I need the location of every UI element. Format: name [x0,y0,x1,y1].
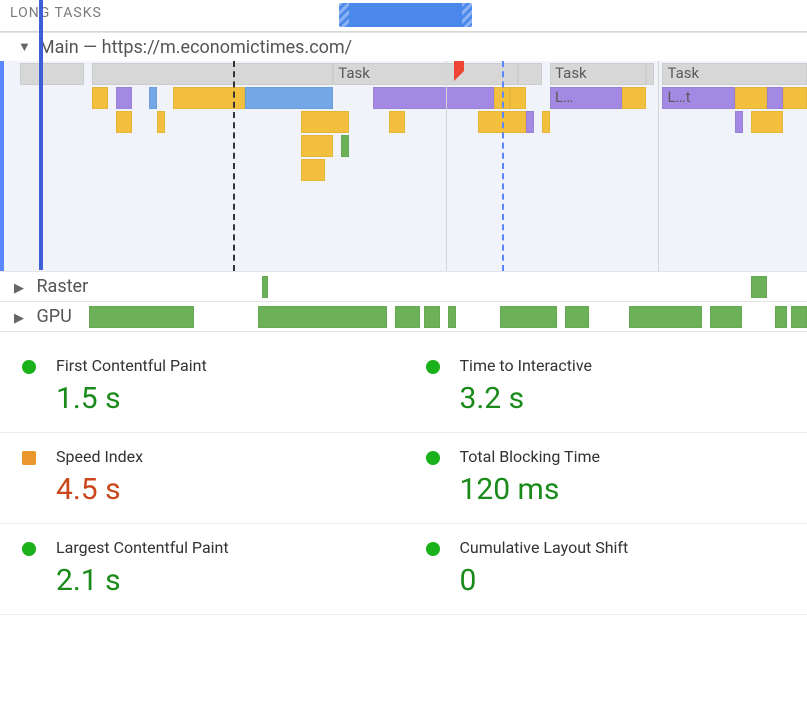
flame-segment[interactable] [301,135,333,157]
raster-track-label: Raster [36,276,88,297]
metric-label: Total Blocking Time [460,447,798,466]
flame-segment[interactable] [646,63,654,85]
long-task-segment[interactable] [339,3,472,27]
flame-segment[interactable] [149,87,157,109]
disclosure-right-icon[interactable]: ▶ [14,311,24,326]
flame-segment[interactable] [448,306,456,328]
long-tasks-label: LONG TASKS [10,5,102,21]
metric-value: 0 [460,563,798,598]
flame-segment[interactable] [395,306,419,328]
status-dot-icon [22,451,36,465]
main-flame-chart[interactable]: TaskTaskTaskL…L…t [0,61,807,271]
flame-segment[interactable] [301,111,349,133]
metric-label: Time to Interactive [460,356,798,375]
metric-value: 120 ms [460,472,798,507]
gpu-track-label: GPU [36,306,71,327]
flame-segment[interactable] [116,111,132,133]
flame-segment[interactable]: L…t [662,87,734,109]
flame-segment[interactable] [775,306,787,328]
metric-card: Speed Index 4.5 s [0,433,404,524]
disclosure-right-icon[interactable]: ▶ [14,281,24,296]
status-dot-icon [426,451,440,465]
metric-label: Largest Contentful Paint [56,538,394,557]
flame-segment[interactable] [341,135,349,157]
flame-segment[interactable] [767,87,783,109]
main-track-header[interactable]: ▼ Main — https://m.economictimes.com/ [0,33,807,61]
flame-segment[interactable]: Task [333,63,518,85]
flame-segment[interactable] [92,63,333,85]
flame-segment[interactable] [542,111,550,133]
flame-segment[interactable] [622,87,646,109]
flame-segment[interactable] [258,306,387,328]
flame-segment[interactable] [116,87,132,109]
warning-flag-icon [454,61,464,81]
metric-value: 4.5 s [56,472,394,507]
flame-segment[interactable] [373,87,493,109]
flame-segment[interactable] [301,159,325,181]
flame-segment[interactable] [629,306,702,328]
metric-value: 3.2 s [460,381,798,416]
metric-card: First Contentful Paint 1.5 s [0,342,404,433]
flame-segment[interactable] [735,111,743,133]
flame-segment[interactable] [565,306,589,328]
flame-segment[interactable] [424,306,440,328]
timeline-marker [502,61,504,271]
status-dot-icon [22,542,36,556]
gpu-track-header[interactable]: ▶ GPU [14,306,76,327]
status-dot-icon [22,360,36,374]
flame-segment[interactable]: Task [662,63,807,85]
flame-segment[interactable] [92,87,108,109]
flame-segment[interactable] [389,111,405,133]
metric-label: Cumulative Layout Shift [460,538,798,557]
long-tasks-track[interactable]: LONG TASKS [0,0,807,32]
metric-card: Cumulative Layout Shift 0 [404,524,807,615]
flame-segment[interactable] [735,87,767,109]
metric-value: 2.1 s [56,563,394,598]
flame-segment[interactable] [20,63,84,85]
raster-track-header[interactable]: ▶ Raster [14,276,92,297]
status-dot-icon [426,360,440,374]
performance-metrics: First Contentful Paint 1.5 s Time to Inter… [0,332,807,615]
metric-label: First Contentful Paint [56,356,394,375]
metric-value: 1.5 s [56,381,394,416]
flame-segment[interactable] [783,87,807,109]
flame-segment[interactable] [510,87,526,109]
flame-segment[interactable] [262,276,268,298]
flame-segment[interactable] [245,87,333,109]
raster-track[interactable]: ▶ Raster [0,272,807,302]
flame-segment[interactable] [518,63,542,85]
flame-segment[interactable] [791,306,807,328]
flame-segment[interactable]: L… [550,87,622,109]
timeline-marker [658,61,659,271]
gpu-track[interactable]: ▶ GPU [0,302,807,332]
disclosure-down-icon[interactable]: ▼ [18,39,31,55]
flame-segment[interactable] [526,111,534,133]
status-dot-icon [426,542,440,556]
timeline-marker [233,61,235,271]
metric-card: Time to Interactive 3.2 s [404,342,807,433]
metric-card: Total Blocking Time 120 ms [404,433,807,524]
main-track[interactable]: ▼ Main — https://m.economictimes.com/ Ta… [0,32,807,272]
flame-segment[interactable] [500,306,556,328]
timeline-marker [446,61,447,271]
flame-segment[interactable] [89,306,194,328]
flame-segment[interactable] [751,111,783,133]
flame-segment[interactable] [751,276,767,298]
metric-card: Largest Contentful Paint 2.1 s [0,524,404,615]
flame-segment[interactable] [710,306,742,328]
flame-segment[interactable]: Task [550,63,646,85]
metric-label: Speed Index [56,447,394,466]
main-track-title: Main — https://m.economictimes.com/ [39,37,352,58]
flame-segment[interactable] [157,111,165,133]
